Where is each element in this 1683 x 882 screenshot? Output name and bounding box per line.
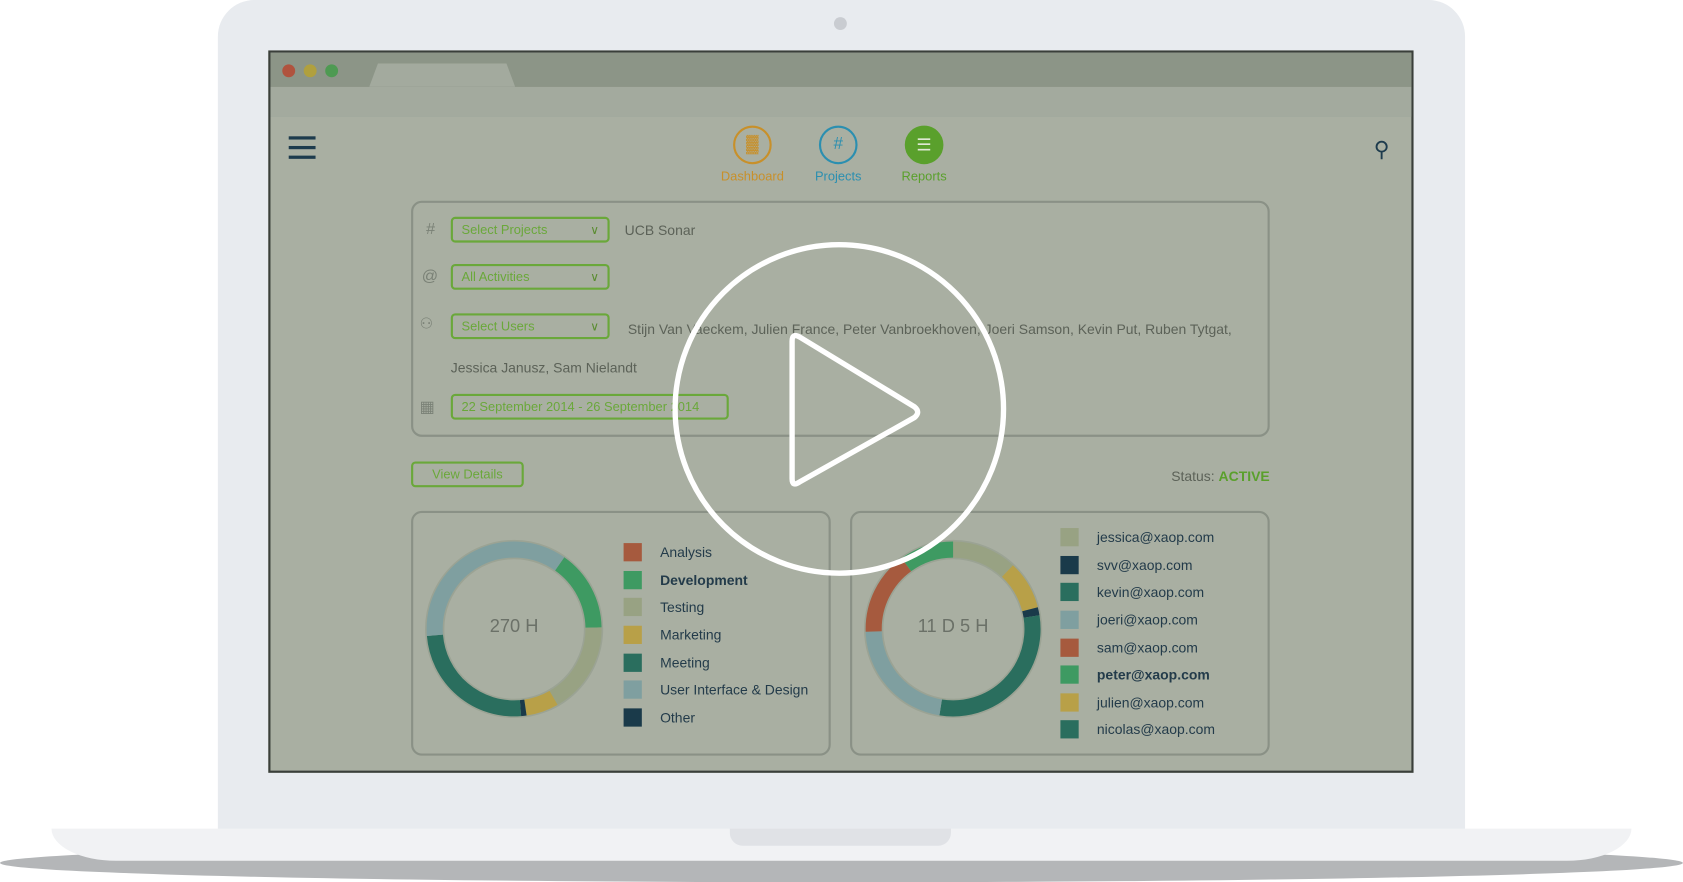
date-range-value: 22 September 2014 - 26 September 2014 xyxy=(461,399,700,415)
dropdown-label: Select Projects xyxy=(461,222,548,238)
legend-swatch xyxy=(1060,528,1079,547)
laptop-mockup: ⚲ ▓ Dashboard # Projects ☰ Reports # Sel… xyxy=(0,0,1683,882)
nav-projects[interactable]: # Projects xyxy=(795,125,881,184)
total-hours: 270 H xyxy=(489,616,539,637)
minimize-window-button[interactable] xyxy=(303,64,317,78)
users-icon: ⚇ xyxy=(419,314,434,332)
legend-label: Marketing xyxy=(660,626,722,643)
selected-users-cont: Jessica Janusz, Sam Nielandt xyxy=(450,359,637,376)
chevron-down-icon: ∨ xyxy=(590,320,599,334)
status-label: Status: xyxy=(1171,467,1215,485)
laptop-notch xyxy=(729,828,951,846)
status: Status: ACTIVE xyxy=(1108,467,1270,485)
legend-swatch xyxy=(1060,720,1079,739)
search-icon[interactable]: ⚲ xyxy=(1374,136,1390,163)
legend-item[interactable]: nicolas@xaop.com xyxy=(1060,716,1215,743)
main-nav: ▓ Dashboard # Projects ☰ Reports xyxy=(709,125,967,184)
legend-swatch xyxy=(1060,638,1079,657)
legend-item[interactable]: jessica@xaop.com xyxy=(1060,524,1215,551)
legend-label: julien@xaop.com xyxy=(1096,694,1205,711)
legend-label: nicolas@xaop.com xyxy=(1096,721,1216,738)
legend-item[interactable]: User Interface & Design xyxy=(623,676,809,703)
screen: ⚲ ▓ Dashboard # Projects ☰ Reports # Sel… xyxy=(268,50,1414,773)
legend-swatch xyxy=(623,653,642,672)
play-video-button[interactable] xyxy=(668,237,1011,580)
select-users-dropdown[interactable]: Select Users ∨ xyxy=(450,313,610,340)
legend-label: sam@xaop.com xyxy=(1096,639,1198,656)
bar-chart-icon: ▓ xyxy=(733,125,772,165)
nav-label: Reports xyxy=(901,168,947,184)
legend-swatch xyxy=(623,625,642,645)
legend-item[interactable]: joeri@xaop.com xyxy=(1060,606,1215,633)
play-circle xyxy=(672,242,1007,576)
donut-segment-meeting[interactable] xyxy=(426,634,522,717)
calendar-icon: ▦ xyxy=(419,398,435,417)
legend-label: User Interface & Design xyxy=(660,681,809,698)
donut-segment-testing[interactable] xyxy=(549,627,602,705)
legend-swatch xyxy=(1060,555,1079,575)
legend-label: peter@xaop.com xyxy=(1096,666,1210,683)
legend-swatch xyxy=(623,543,642,562)
legend-item[interactable]: Testing xyxy=(623,594,809,621)
hamburger-menu-icon[interactable] xyxy=(288,136,316,159)
nav-dashboard[interactable]: ▓ Dashboard xyxy=(709,125,795,184)
legend-swatch xyxy=(1060,693,1079,712)
chevron-down-icon: ∨ xyxy=(590,271,599,284)
legend-label: joeri@xaop.com xyxy=(1096,611,1198,628)
legend-item[interactable]: Meeting xyxy=(623,649,809,676)
hash-icon: # xyxy=(426,220,436,239)
legend-label: svv@xaop.com xyxy=(1096,556,1193,574)
total-duration: 11 D 5 H xyxy=(917,616,989,637)
nav-reports[interactable]: ☰ Reports xyxy=(881,125,967,184)
activities-dropdown[interactable]: All Activities ∨ xyxy=(450,264,610,290)
legend-item[interactable]: julien@xaop.com xyxy=(1060,689,1215,716)
legend-item[interactable]: kevin@xaop.com xyxy=(1060,579,1215,606)
browser-tab[interactable] xyxy=(369,63,516,87)
legend-swatch xyxy=(1060,665,1079,684)
legend-item[interactable]: svv@xaop.com xyxy=(1060,551,1215,578)
selected-project: UCB Sonar xyxy=(624,222,696,239)
status-badge: ACTIVE xyxy=(1218,467,1270,485)
legend-swatch xyxy=(1060,610,1079,630)
at-icon: @ xyxy=(421,267,439,286)
play-icon xyxy=(789,332,921,487)
legend-swatch xyxy=(623,680,642,700)
view-details-button[interactable]: View Details xyxy=(411,461,524,488)
camera xyxy=(833,17,847,31)
select-projects-dropdown[interactable]: Select Projects ∨ xyxy=(450,216,610,243)
dropdown-label: All Activities xyxy=(461,269,530,285)
maximize-window-button[interactable] xyxy=(325,64,339,78)
donut-segment-other[interactable] xyxy=(519,699,527,717)
legend-label: Other xyxy=(660,709,695,726)
legend-item[interactable]: Other xyxy=(623,704,809,731)
legend-swatch xyxy=(623,708,642,727)
legend-item[interactable]: sam@xaop.com xyxy=(1060,634,1215,661)
chevron-down-icon: ∨ xyxy=(590,223,599,237)
legend-swatch xyxy=(623,570,642,590)
nav-label: Projects xyxy=(814,168,862,184)
legend-label: Meeting xyxy=(660,654,710,671)
donut-segment-marketing[interactable] xyxy=(524,690,558,716)
legend-swatch xyxy=(623,598,642,617)
nav-label: Dashboard xyxy=(720,168,784,184)
hash-icon: # xyxy=(818,125,858,165)
dropdown-label: Select Users xyxy=(461,318,535,334)
legend-swatch xyxy=(1060,583,1079,602)
user-legend: jessica@xaop.com svv@xaop.com kevin@xaop.c… xyxy=(1060,524,1215,744)
legend-item[interactable]: peter@xaop.com xyxy=(1060,661,1215,688)
legend-label: kevin@xaop.com xyxy=(1096,584,1205,601)
browser-toolbar xyxy=(270,86,1412,117)
legend-label: jessica@xaop.com xyxy=(1096,529,1215,546)
legend-item[interactable]: Marketing xyxy=(623,621,809,648)
list-icon: ☰ xyxy=(904,125,944,165)
legend-label: Testing xyxy=(660,599,705,616)
close-window-button[interactable] xyxy=(282,64,296,78)
